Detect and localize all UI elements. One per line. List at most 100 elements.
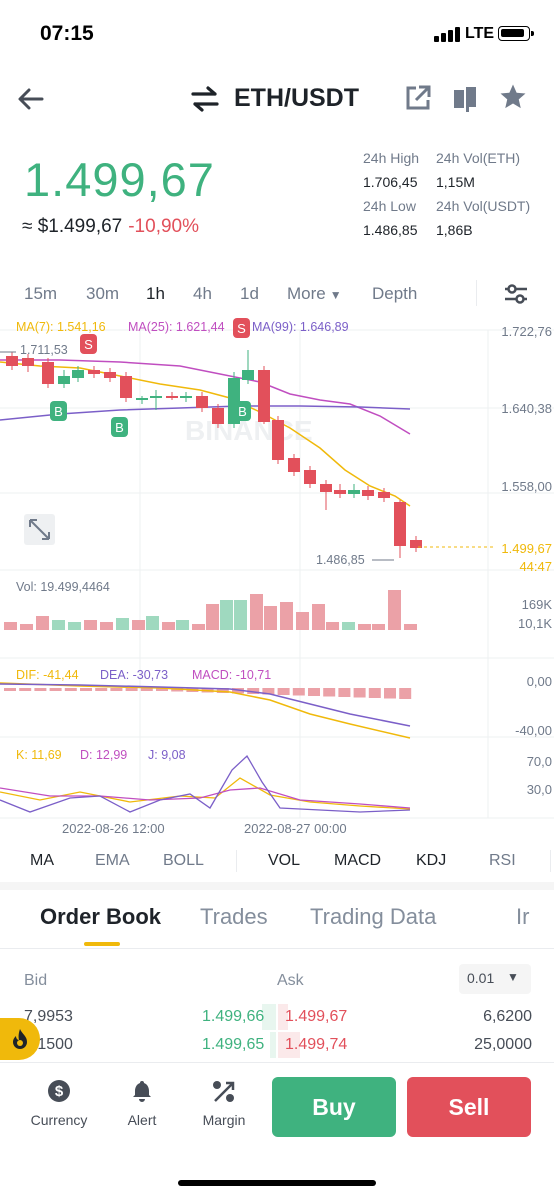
status-bar: 07:15 LTE bbox=[0, 0, 554, 70]
volume-bar bbox=[162, 622, 175, 630]
ma25-legend: MA(25): 1.621,44 bbox=[128, 320, 225, 334]
time-axis-label: 2022-08-27 00:00 bbox=[244, 821, 347, 836]
indicator-boll[interactable]: BOLL bbox=[163, 852, 204, 870]
indicator-macd[interactable]: MACD bbox=[334, 852, 381, 870]
kline-chart[interactable]: BINANCE S S B B B MA(7): 1.541,16 MA(25)… bbox=[0, 312, 554, 840]
alert-button[interactable]: Alert bbox=[107, 1079, 177, 1128]
divider bbox=[476, 280, 477, 306]
signal-icon bbox=[434, 26, 462, 42]
macd-bar bbox=[368, 688, 381, 698]
divider bbox=[0, 948, 554, 949]
pair-title: ETH/USDT bbox=[234, 84, 359, 112]
high-marker: 1.711,53 bbox=[20, 343, 68, 357]
buy-marker: B bbox=[234, 401, 251, 421]
order-row[interactable]: 1,1500 1.499,65 1.499,74 25,0000 bbox=[0, 1032, 554, 1058]
timeframe-30m[interactable]: 30m bbox=[86, 284, 119, 304]
layout-icon[interactable] bbox=[452, 84, 478, 112]
indicator-vol[interactable]: VOL bbox=[268, 852, 300, 870]
candle bbox=[72, 370, 84, 378]
volume-bar bbox=[404, 624, 417, 630]
favorite-star-icon[interactable] bbox=[498, 82, 528, 112]
macd-bar bbox=[384, 688, 396, 699]
tab-trades[interactable]: Trades bbox=[200, 904, 268, 930]
volume-bar bbox=[176, 620, 189, 630]
sell-button[interactable]: Sell bbox=[407, 1077, 531, 1137]
order-row[interactable]: 7,9953 1.499,66 1.499,67 6,6200 bbox=[0, 1004, 554, 1030]
volume-bar bbox=[264, 606, 277, 630]
indicator-kdj[interactable]: KDJ bbox=[416, 852, 446, 870]
candle bbox=[88, 370, 100, 374]
candle bbox=[180, 396, 192, 398]
timeframe-15m[interactable]: 15m bbox=[24, 284, 57, 304]
bell-icon bbox=[133, 1081, 151, 1102]
stat-label: 24h Vol(USDT) bbox=[436, 198, 531, 214]
macd-bar bbox=[64, 688, 77, 691]
share-icon[interactable] bbox=[404, 84, 432, 112]
macd-bar bbox=[292, 688, 305, 696]
kdj-axis-label: 30,0 bbox=[527, 782, 552, 797]
candle bbox=[362, 490, 374, 496]
timeframe-1h[interactable]: 1h bbox=[146, 284, 165, 304]
tab-order-book[interactable]: Order Book bbox=[40, 904, 161, 930]
volume-bar bbox=[20, 624, 33, 630]
chart-settings-icon[interactable] bbox=[503, 282, 529, 306]
indicator-ema[interactable]: EMA bbox=[95, 852, 130, 870]
caret-down-icon: ▼ bbox=[507, 970, 519, 984]
volume-bar bbox=[280, 602, 293, 630]
caret-down-icon: ▼ bbox=[329, 288, 342, 302]
sell-marker: S bbox=[80, 334, 97, 354]
buy-button[interactable]: Buy bbox=[272, 1077, 396, 1137]
vol-axis-label: 10,1K bbox=[518, 616, 552, 631]
macd-bar bbox=[308, 688, 320, 696]
timeframe-more[interactable]: More ▼ bbox=[287, 284, 342, 304]
candle-countdown: 44:47 bbox=[519, 559, 552, 574]
back-arrow-icon[interactable] bbox=[16, 84, 46, 114]
fullscreen-icon[interactable] bbox=[24, 514, 55, 545]
tab-info[interactable]: Ir bbox=[516, 904, 529, 930]
kdj-axis-label: 70,0 bbox=[527, 754, 552, 769]
price-axis-label: 1.640,38 bbox=[501, 401, 552, 416]
depth-tab[interactable]: Depth bbox=[372, 284, 417, 304]
candle bbox=[242, 370, 254, 380]
tab-trading-data[interactable]: Trading Data bbox=[310, 904, 436, 930]
battery-icon bbox=[498, 26, 534, 41]
macd-bar bbox=[19, 688, 32, 691]
precision-value: 0.01 bbox=[467, 970, 495, 986]
ask-label: Ask bbox=[277, 972, 304, 989]
promo-fire-button[interactable] bbox=[0, 1018, 40, 1060]
macd-bar bbox=[80, 688, 92, 691]
volume-bar bbox=[342, 622, 355, 630]
volume-bar bbox=[52, 620, 65, 630]
timeframe-1d[interactable]: 1d bbox=[240, 284, 259, 304]
price-usd-row: ≈ $1.499,67 -10,90% bbox=[22, 216, 199, 238]
ma7-legend: MA(7): 1.541,16 bbox=[16, 320, 106, 334]
section-separator bbox=[0, 882, 554, 890]
pair-selector[interactable]: ETH/USDT bbox=[190, 84, 359, 113]
currency-button[interactable]: $ Currency bbox=[24, 1079, 94, 1128]
volume-bar bbox=[36, 616, 49, 630]
alert-label: Alert bbox=[127, 1112, 157, 1128]
stat-label: 24h Low bbox=[363, 198, 416, 214]
grid bbox=[0, 329, 554, 819]
precision-select[interactable]: 0.01 ▼ bbox=[459, 964, 531, 994]
indicator-rsi[interactable]: RSI bbox=[489, 852, 516, 870]
ma99-legend: MA(99): 1.646,89 bbox=[252, 320, 349, 334]
indicator-ma[interactable]: MA bbox=[30, 852, 54, 870]
timeframe-4h[interactable]: 4h bbox=[193, 284, 212, 304]
candle bbox=[212, 408, 224, 424]
tab-indicator bbox=[84, 942, 120, 946]
candle bbox=[150, 396, 162, 398]
volume-bar bbox=[358, 624, 371, 630]
margin-button[interactable]: Margin bbox=[189, 1079, 259, 1128]
stat-value: 1.706,45 bbox=[363, 174, 418, 190]
ask-price: 1.499,74 bbox=[285, 1036, 348, 1053]
fire-icon bbox=[13, 1029, 27, 1049]
macd-legend: MACD: -10,71 bbox=[192, 668, 271, 682]
low-marker: 1.486,85 bbox=[316, 553, 365, 567]
candle bbox=[304, 470, 316, 484]
divider bbox=[236, 850, 237, 872]
svg-text:S: S bbox=[84, 337, 93, 352]
macd-axis-label: -40,00 bbox=[515, 723, 552, 738]
macd-bar bbox=[110, 688, 123, 691]
volume-bar bbox=[250, 594, 263, 630]
